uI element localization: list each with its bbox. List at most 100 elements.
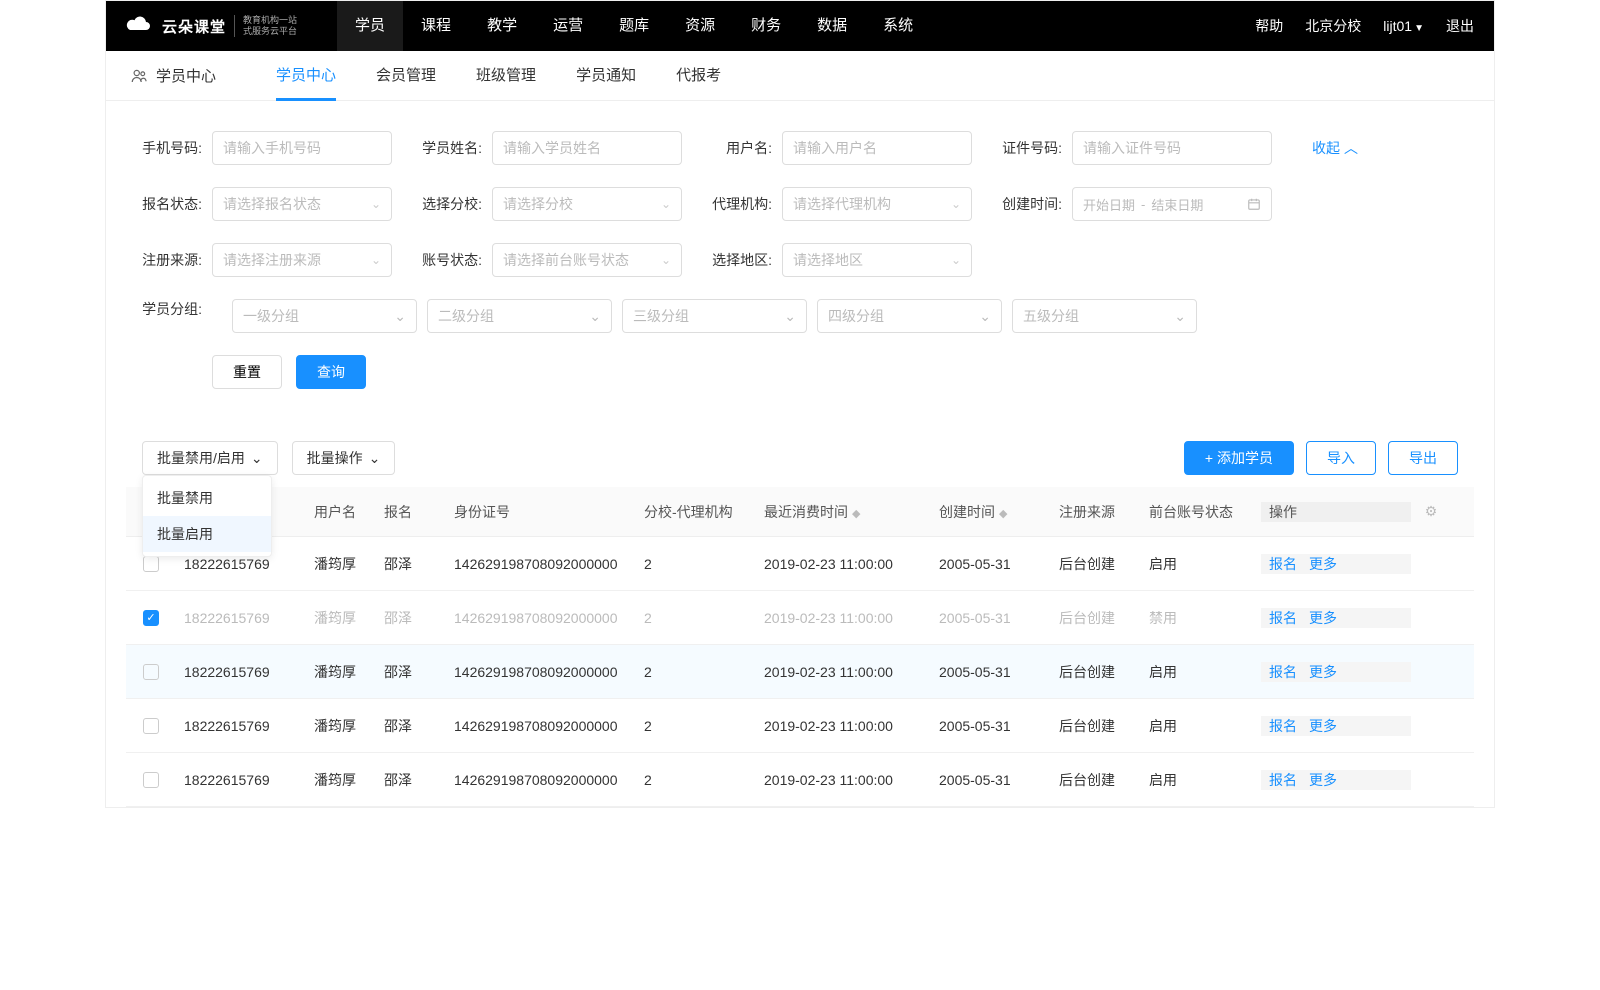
phone-input[interactable] — [212, 131, 392, 165]
reg-status-select[interactable]: 请选择报名状态⌄ — [212, 187, 392, 221]
group-select-5[interactable]: 五级分组⌄ — [1012, 299, 1197, 333]
th-consume[interactable]: 最近消费时间◆ — [756, 502, 931, 522]
group-select-2[interactable]: 二级分组⌄ — [427, 299, 612, 333]
row-checkbox[interactable] — [143, 718, 159, 734]
topnav-item-5[interactable]: 资源 — [667, 1, 733, 51]
row-checkbox[interactable]: ✓ — [143, 610, 159, 626]
subnav-item-1[interactable]: 会员管理 — [376, 51, 436, 101]
row-checkbox[interactable] — [143, 772, 159, 788]
cell-id: 142629198708092000000 — [446, 664, 636, 680]
row-more-link[interactable]: 更多 — [1309, 610, 1337, 626]
export-button[interactable]: 导出 — [1388, 441, 1458, 475]
create-time-range[interactable]: 开始日期-结束日期 — [1072, 187, 1272, 221]
cell-action: 报名更多 — [1261, 716, 1411, 736]
bulk-toggle-dropdown[interactable]: 批量禁用/启用⌄ — [142, 441, 278, 475]
subnav-item-3[interactable]: 学员通知 — [576, 51, 636, 101]
cell-branch: 2 — [636, 772, 756, 788]
topnav-item-7[interactable]: 数据 — [799, 1, 865, 51]
cell-create: 2005-05-31 — [931, 718, 1051, 734]
row-reg-link[interactable]: 报名 — [1269, 718, 1297, 734]
reg-source-select[interactable]: 请选择注册来源⌄ — [212, 243, 392, 277]
subnav-item-0[interactable]: 学员中心 — [276, 51, 336, 101]
cell-source: 后台创建 — [1051, 608, 1141, 628]
cell-consume: 2019-02-23 11:00:00 — [756, 718, 931, 734]
cell-consume: 2019-02-23 11:00:00 — [756, 664, 931, 680]
th-source[interactable]: 注册来源 — [1051, 502, 1141, 522]
cell-id: 142629198708092000000 — [446, 772, 636, 788]
group-select-1[interactable]: 一级分组⌄ — [232, 299, 417, 333]
cell-action: 报名更多 — [1261, 608, 1411, 628]
th-id[interactable]: 身份证号 — [446, 502, 636, 522]
logo[interactable]: 云朵课堂 教育机构一站式服务云平台 — [126, 15, 297, 37]
topnav-item-3[interactable]: 运营 — [535, 1, 601, 51]
th-status[interactable]: 前台账号状态 — [1141, 502, 1261, 522]
topnav-item-0[interactable]: 学员 — [337, 1, 403, 51]
topnav-item-1[interactable]: 课程 — [403, 1, 469, 51]
page-title: 学员中心 — [130, 65, 216, 86]
region-select[interactable]: 请选择地区⌄ — [782, 243, 972, 277]
group-select-4[interactable]: 四级分组⌄ — [817, 299, 1002, 333]
row-reg-link[interactable]: 报名 — [1269, 772, 1297, 788]
students-table: 用户名 报名 身份证号 分校-代理机构 最近消费时间◆ 创建时间◆ 注册来源 前… — [126, 487, 1474, 807]
username-label: 用户名: — [712, 138, 772, 158]
cell-phone: 18222615769 — [176, 556, 306, 572]
th-branch[interactable]: 分校-代理机构 — [636, 502, 756, 522]
cell-id: 142629198708092000000 — [446, 718, 636, 734]
cell-create: 2005-05-31 — [931, 610, 1051, 626]
cell-status: 启用 — [1141, 716, 1261, 736]
bulk-enable-item[interactable]: 批量启用 — [143, 516, 271, 552]
cell-user: 潘筠厚 — [306, 716, 376, 736]
row-reg-link[interactable]: 报名 — [1269, 664, 1297, 680]
add-student-button[interactable]: + 添加学员 — [1184, 441, 1294, 475]
filter-form: 手机号码: 学员姓名: 用户名: 证件号码: 收起︿ 报名状态:请选择报名状态⌄… — [106, 101, 1494, 421]
idno-label: 证件号码: — [1002, 138, 1062, 158]
create-time-label: 创建时间: — [1002, 194, 1062, 214]
logout-link[interactable]: 退出 — [1446, 16, 1474, 36]
acct-status-select[interactable]: 请选择前台账号状态⌄ — [492, 243, 682, 277]
row-more-link[interactable]: 更多 — [1309, 772, 1337, 788]
cell-branch: 2 — [636, 556, 756, 572]
subnav-item-4[interactable]: 代报考 — [676, 51, 721, 101]
chevron-down-icon: ⌄ — [589, 308, 601, 325]
row-checkbox[interactable] — [143, 556, 159, 572]
sort-icon: ◆ — [999, 508, 1007, 520]
table-header: 用户名 报名 身份证号 分校-代理机构 最近消费时间◆ 创建时间◆ 注册来源 前… — [126, 487, 1474, 537]
cell-branch: 2 — [636, 718, 756, 734]
row-more-link[interactable]: 更多 — [1309, 556, 1337, 572]
branch-label: 选择分校: — [422, 194, 482, 214]
help-link[interactable]: 帮助 — [1255, 16, 1283, 36]
bulk-op-dropdown[interactable]: 批量操作⌄ — [292, 441, 396, 475]
topnav-item-2[interactable]: 教学 — [469, 1, 535, 51]
bulk-toggle-menu: 批量禁用 批量启用 — [142, 475, 272, 557]
gear-icon[interactable]: ⚙ — [1425, 503, 1438, 519]
row-more-link[interactable]: 更多 — [1309, 718, 1337, 734]
agency-select[interactable]: 请选择代理机构⌄ — [782, 187, 972, 221]
query-button[interactable]: 查询 — [296, 355, 366, 389]
th-create[interactable]: 创建时间◆ — [931, 502, 1051, 522]
cell-phone: 18222615769 — [176, 664, 306, 680]
bulk-disable-item[interactable]: 批量禁用 — [143, 480, 271, 516]
import-button[interactable]: 导入 — [1306, 441, 1376, 475]
user-menu[interactable]: lijt01▼ — [1383, 18, 1424, 34]
topnav-item-6[interactable]: 财务 — [733, 1, 799, 51]
row-checkbox[interactable] — [143, 664, 159, 680]
reset-button[interactable]: 重置 — [212, 355, 282, 389]
cell-status: 禁用 — [1141, 608, 1261, 628]
username-input[interactable] — [782, 131, 972, 165]
cell-source: 后台创建 — [1051, 554, 1141, 574]
row-reg-link[interactable]: 报名 — [1269, 556, 1297, 572]
name-input[interactable] — [492, 131, 682, 165]
branch-select[interactable]: 请选择分校⌄ — [492, 187, 682, 221]
row-reg-link[interactable]: 报名 — [1269, 610, 1297, 626]
subnav-item-2[interactable]: 班级管理 — [476, 51, 536, 101]
collapse-toggle[interactable]: 收起︿ — [1312, 131, 1358, 165]
topnav-item-8[interactable]: 系统 — [865, 1, 931, 51]
calendar-icon — [1247, 197, 1261, 211]
th-username[interactable]: 用户名 — [306, 502, 376, 522]
th-reg[interactable]: 报名 — [376, 502, 446, 522]
branch-link[interactable]: 北京分校 — [1305, 16, 1361, 36]
group-select-3[interactable]: 三级分组⌄ — [622, 299, 807, 333]
row-more-link[interactable]: 更多 — [1309, 664, 1337, 680]
idno-input[interactable] — [1072, 131, 1272, 165]
topnav-item-4[interactable]: 题库 — [601, 1, 667, 51]
